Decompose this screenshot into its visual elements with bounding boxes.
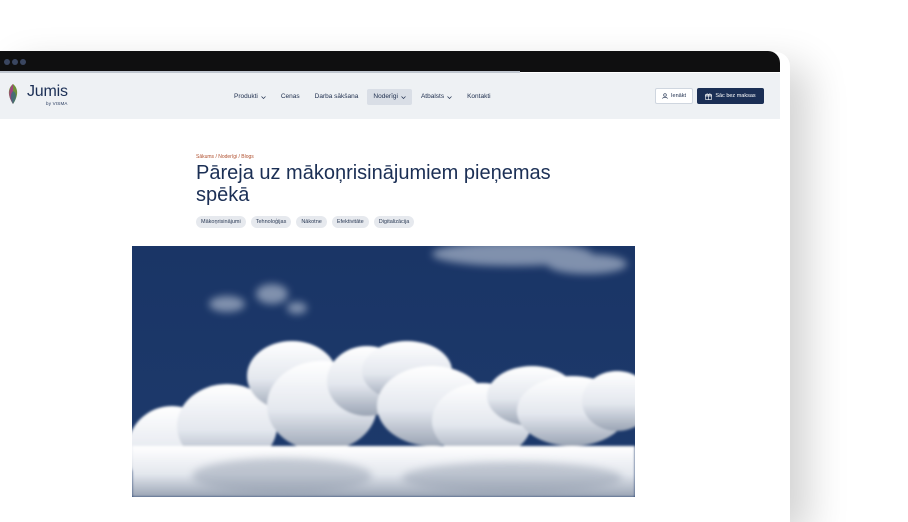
login-label: Ienākt bbox=[671, 93, 686, 99]
window-dot[interactable] bbox=[4, 59, 10, 65]
nav-item-label: Cenas bbox=[280, 93, 300, 100]
clouds-image bbox=[132, 246, 635, 497]
nav-item-label: Darba sākšana bbox=[314, 93, 359, 100]
nav-item[interactable]: Noderīgi bbox=[367, 89, 412, 105]
window-dot[interactable] bbox=[20, 59, 26, 65]
tag-chip[interactable]: Efektivitāte bbox=[331, 216, 369, 228]
chevron-down-icon bbox=[401, 95, 406, 99]
main-menu: Produkti Cenas Darba sākšana Noderīgi Atbals… bbox=[228, 89, 500, 105]
tag-chip[interactable]: Tehnoloģijas bbox=[250, 216, 292, 228]
nav-item-label: Kontakti bbox=[467, 93, 491, 100]
site-header: Jumis by VISMA Produkti Cenas Darba sākšan… bbox=[0, 73, 780, 119]
nav-item-label: Noderīgi bbox=[373, 93, 398, 100]
gift-icon bbox=[705, 93, 713, 100]
login-button[interactable]: Ienākt bbox=[655, 88, 693, 104]
article-page: Sākums / Noderīgi / Blogs Pāreja uz māko… bbox=[0, 119, 780, 521]
nav-item-label: Atbalsts bbox=[420, 93, 445, 100]
nav-item[interactable]: Kontakti bbox=[461, 89, 497, 105]
brand-name[interactable]: Jumis bbox=[27, 83, 68, 101]
tag-chip[interactable]: Nākotne bbox=[296, 216, 327, 228]
nav-item[interactable]: Darba sākšana bbox=[309, 89, 365, 105]
nav-item[interactable]: Atbalsts bbox=[415, 89, 458, 105]
window-dot[interactable] bbox=[12, 59, 18, 65]
tag-chip[interactable]: Mākoņrisinājumi bbox=[196, 216, 246, 228]
chevron-down-icon bbox=[447, 95, 452, 99]
nav-item-label: Produkti bbox=[234, 93, 258, 100]
breadcrumb[interactable]: Sākums / Noderīgi / Blogs bbox=[196, 154, 254, 160]
nav-item[interactable]: Produkti bbox=[228, 89, 272, 105]
chevron-down-icon bbox=[261, 95, 266, 99]
start-free-button[interactable]: Sāc bez maksas bbox=[697, 88, 764, 104]
start-free-label: Sāc bez maksas bbox=[715, 93, 756, 99]
jumis-logo-icon[interactable] bbox=[4, 83, 22, 105]
tag-chip[interactable]: Digitalizācija bbox=[373, 216, 415, 228]
tag-list: Mākoņrisinājumi Tehnoloģijas Nākotne Efekti… bbox=[196, 216, 415, 228]
browser-chrome bbox=[0, 51, 780, 72]
article-title: Pāreja uz mākoņrisinājumiem pieņemas spē… bbox=[196, 162, 551, 206]
browser-window: Jumis by VISMA Produkti Cenas Darba sākšan… bbox=[0, 51, 780, 521]
hero-image-clouds bbox=[132, 246, 635, 497]
brand-sub: by VISMA bbox=[46, 101, 68, 106]
nav-item[interactable]: Cenas bbox=[275, 89, 306, 105]
user-icon bbox=[662, 93, 668, 99]
